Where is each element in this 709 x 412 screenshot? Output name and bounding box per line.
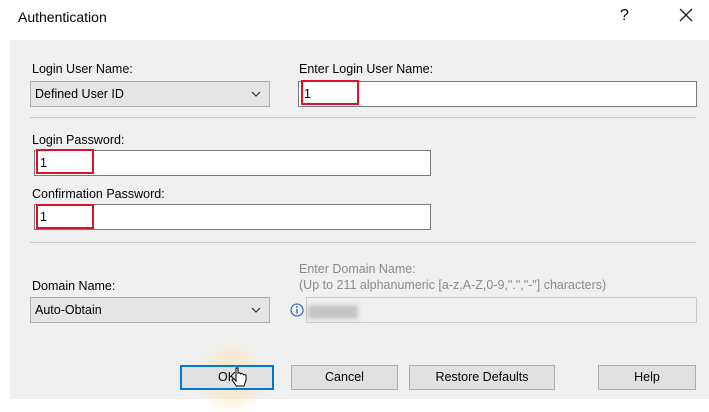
- info-icon[interactable]: [290, 303, 304, 317]
- close-icon[interactable]: [676, 5, 696, 25]
- login-user-name-select[interactable]: Defined User ID: [30, 81, 270, 107]
- login-user-name-label: Login User Name:: [32, 62, 133, 76]
- highlight-box: [36, 149, 94, 174]
- domain-name-value: Auto-Obtain: [35, 303, 102, 317]
- domain-name-select[interactable]: Auto-Obtain: [30, 297, 270, 323]
- domain-name-label: Domain Name:: [32, 279, 116, 293]
- title-bar: Authentication ?: [0, 0, 709, 36]
- confirmation-password-label: Confirmation Password:: [32, 187, 165, 201]
- chevron-down-icon: [251, 307, 261, 313]
- pointer-cursor-icon: [231, 367, 247, 387]
- help-question-button[interactable]: ?: [620, 7, 629, 25]
- domain-name-input[interactable]: [306, 297, 697, 323]
- cancel-button[interactable]: Cancel: [291, 365, 398, 390]
- help-button[interactable]: Help: [598, 365, 696, 390]
- restore-defaults-button[interactable]: Restore Defaults: [409, 365, 555, 390]
- login-password-label: Login Password:: [32, 133, 125, 147]
- blurred-domain-value: [308, 305, 358, 319]
- domain-name-hint: (Up to 211 alphanumeric [a-z,A-Z,0-9,"."…: [299, 278, 607, 292]
- enter-login-user-name-label: Enter Login User Name:: [299, 62, 434, 76]
- highlight-box: [36, 204, 94, 229]
- login-user-name-value: Defined User ID: [35, 87, 124, 101]
- separator: [30, 242, 696, 243]
- chevron-down-icon: [251, 91, 261, 97]
- enter-domain-name-label: Enter Domain Name:: [299, 262, 416, 276]
- window-title: Authentication: [18, 9, 107, 25]
- ok-button[interactable]: OK: [180, 365, 274, 390]
- separator: [30, 117, 696, 118]
- highlight-box: [301, 80, 359, 105]
